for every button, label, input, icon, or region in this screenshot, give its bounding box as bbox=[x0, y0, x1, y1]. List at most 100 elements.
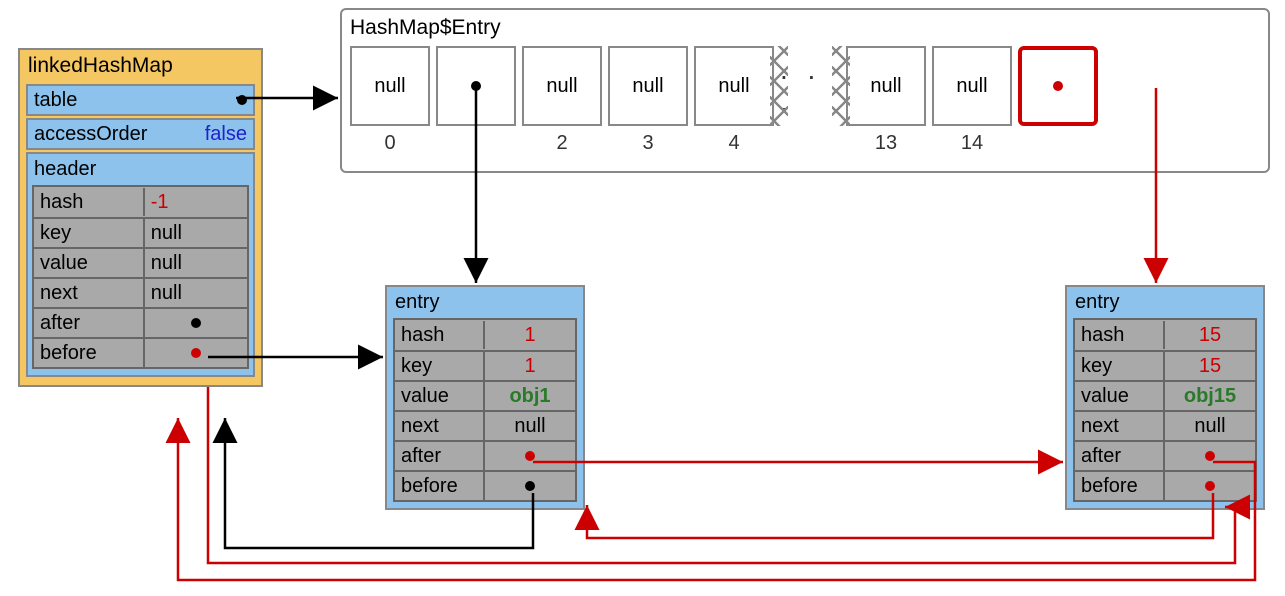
entry15-key-label: key bbox=[1075, 352, 1165, 380]
cell-2-text: null bbox=[546, 75, 577, 98]
cell-2-idx: 2 bbox=[556, 132, 567, 156]
header-before-value bbox=[145, 348, 247, 358]
header-next-label: next bbox=[34, 279, 145, 307]
entry15-row-after: after bbox=[1075, 440, 1255, 470]
entry15-row-next: nextnull bbox=[1075, 410, 1255, 440]
header-key-label: key bbox=[34, 219, 145, 247]
linked-hashmap-box: linkedHashMap table accessOrder false he… bbox=[18, 48, 263, 387]
ellipsis: . . . bbox=[780, 46, 840, 126]
entry1-after-dot bbox=[525, 451, 535, 461]
cell-14-wrap: null 14 bbox=[932, 46, 1012, 156]
cell-1 bbox=[436, 46, 516, 126]
header-box: header hash -1 key null value null next … bbox=[26, 152, 255, 377]
entry15-row-before: before bbox=[1075, 470, 1255, 500]
entry15-row-value: valueobj15 bbox=[1075, 380, 1255, 410]
entry15-before-label: before bbox=[1075, 472, 1165, 500]
entry1-table: hash1 key1 valueobj1 nextnull after befo… bbox=[393, 318, 577, 502]
cell-1-dot bbox=[471, 81, 481, 91]
entry1-next-label: next bbox=[395, 412, 485, 440]
cell-15-dot bbox=[1053, 81, 1063, 91]
linked-hashmap-title: linkedHashMap bbox=[26, 52, 255, 82]
entry15-next-label: next bbox=[1075, 412, 1165, 440]
entry1-title: entry bbox=[393, 289, 577, 318]
header-after-dot bbox=[191, 318, 201, 328]
entry1-hash-value: 1 bbox=[485, 324, 575, 347]
cell-15-wrap bbox=[1018, 46, 1098, 156]
entry1-row-next: nextnull bbox=[395, 410, 575, 440]
entry15-row-key: key15 bbox=[1075, 350, 1255, 380]
entry1-before-value bbox=[485, 481, 575, 491]
entry15-value-value: obj15 bbox=[1165, 385, 1255, 408]
entry1-row-hash: hash1 bbox=[395, 320, 575, 350]
entry15-key-value: 15 bbox=[1165, 355, 1255, 378]
entry1-key-label: key bbox=[395, 352, 485, 380]
entry15-title: entry bbox=[1073, 289, 1257, 318]
cell-4: null bbox=[694, 46, 774, 126]
header-table: hash -1 key null value null next null af… bbox=[32, 185, 249, 369]
entry1-row-value: valueobj1 bbox=[395, 380, 575, 410]
cell-13-text: null bbox=[870, 75, 901, 98]
entry1-row-before: before bbox=[395, 470, 575, 500]
cell-14-text: null bbox=[956, 75, 987, 98]
entry1-before-label: before bbox=[395, 472, 485, 500]
cell-13-idx: 13 bbox=[875, 132, 897, 156]
cell-4-idx: 4 bbox=[728, 132, 739, 156]
cell-3-idx: 3 bbox=[642, 132, 653, 156]
entry1-row-key: key1 bbox=[395, 350, 575, 380]
cell-4-wrap: null 4 bbox=[694, 46, 774, 156]
cell-2-wrap: null 2 bbox=[522, 46, 602, 156]
header-after-label: after bbox=[34, 309, 145, 337]
entry1-after-value bbox=[485, 451, 575, 461]
entry1-before-dot bbox=[525, 481, 535, 491]
cell-14-idx: 14 bbox=[961, 132, 983, 156]
entry15-hash-value: 15 bbox=[1165, 324, 1255, 347]
header-after-value bbox=[145, 318, 247, 328]
header-title: header bbox=[32, 156, 249, 185]
cell-0-wrap: null0 bbox=[350, 46, 430, 156]
cell-0-text: null bbox=[374, 75, 405, 98]
header-next-value: null bbox=[145, 282, 247, 305]
field-table-label: table bbox=[34, 89, 77, 112]
cell-3-wrap: null 3 bbox=[608, 46, 688, 156]
header-row-value: value null bbox=[34, 247, 247, 277]
header-row-before: before bbox=[34, 337, 247, 367]
field-table: table bbox=[26, 84, 255, 116]
entry1-box: entry hash1 key1 valueobj1 nextnull afte… bbox=[385, 285, 585, 510]
header-before-dot bbox=[191, 348, 201, 358]
entry15-box: entry hash15 key15 valueobj15 nextnull a… bbox=[1065, 285, 1265, 510]
field-accessorder-label: accessOrder bbox=[34, 123, 147, 146]
header-hash-label: hash bbox=[34, 188, 145, 216]
header-hash-value: -1 bbox=[145, 191, 247, 214]
entry15-before-dot bbox=[1205, 481, 1215, 491]
entry15-table: hash15 key15 valueobj15 nextnull after b… bbox=[1073, 318, 1257, 502]
entry1-row-after: after bbox=[395, 440, 575, 470]
cell-15 bbox=[1018, 46, 1098, 126]
cell-0: null bbox=[350, 46, 430, 126]
entry15-hash-label: hash bbox=[1075, 321, 1165, 349]
entry15-before-value bbox=[1165, 481, 1255, 491]
cell-3-text: null bbox=[632, 75, 663, 98]
header-row-next: next null bbox=[34, 277, 247, 307]
entry1-hash-label: hash bbox=[395, 321, 485, 349]
hashmap-entry-array: HashMap$Entry null0 null2 null3 null4 . … bbox=[340, 8, 1270, 173]
entry1-value-label: value bbox=[395, 382, 485, 410]
header-before-label: before bbox=[34, 339, 145, 367]
entry15-value-label: value bbox=[1075, 382, 1165, 410]
header-key-value: null bbox=[145, 222, 247, 245]
array-cells: null0 null 2 null 3 null 4 . . . null 13 nul… bbox=[350, 46, 1260, 156]
header-row-key: key null bbox=[34, 217, 247, 247]
cell-13: null bbox=[846, 46, 926, 126]
header-row-hash: hash -1 bbox=[34, 187, 247, 217]
entry1-next-value: null bbox=[485, 415, 575, 438]
header-row-after: after bbox=[34, 307, 247, 337]
entry15-row-hash: hash15 bbox=[1075, 320, 1255, 350]
entry1-value-value: obj1 bbox=[485, 385, 575, 408]
header-value-label: value bbox=[34, 249, 145, 277]
entry15-after-label: after bbox=[1075, 442, 1165, 470]
cell-4-text: null bbox=[718, 75, 749, 98]
field-accessorder: accessOrder false bbox=[26, 118, 255, 150]
entry1-key-value: 1 bbox=[485, 355, 575, 378]
entry15-after-value bbox=[1165, 451, 1255, 461]
cell-14: null bbox=[932, 46, 1012, 126]
ellipsis-wrap: . . . bbox=[780, 46, 840, 156]
